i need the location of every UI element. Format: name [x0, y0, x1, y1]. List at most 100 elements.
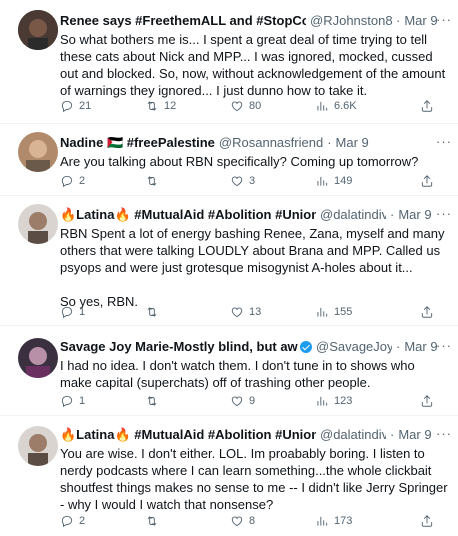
views-button[interactable]: 123 [315, 394, 400, 408]
reply-button[interactable]: 2 [60, 174, 145, 188]
like-count: 13 [249, 306, 262, 318]
share-icon [421, 515, 433, 527]
reply-count: 21 [79, 100, 92, 112]
like-button[interactable]: 80 [230, 99, 315, 113]
avatar[interactable] [18, 338, 58, 378]
retweet-icon [147, 101, 157, 111]
share-button[interactable] [420, 514, 440, 528]
share-button[interactable] [420, 99, 440, 113]
share-button[interactable] [420, 305, 440, 319]
separator-dot: · [396, 339, 401, 354]
avatar[interactable] [18, 426, 58, 466]
more-options-icon[interactable]: ··· [436, 206, 452, 221]
tweet-date[interactable]: Mar 9 [398, 206, 431, 224]
author-handle[interactable]: @SavageJoyMa [316, 338, 392, 356]
like-button[interactable]: 8 [230, 514, 315, 528]
tweet-header: Renee says #FreethemALL and #StopCopCiti… [60, 12, 450, 30]
author-handle[interactable]: @RJohnston81 [310, 12, 392, 30]
like-icon [231, 101, 243, 112]
views-icon [317, 176, 328, 186]
retweet-button[interactable] [145, 394, 230, 408]
more-options-icon[interactable]: ··· [436, 338, 452, 353]
views-count: 173 [334, 515, 353, 527]
author-handle[interactable]: @dalatindiv [320, 206, 386, 224]
like-icon [231, 516, 243, 527]
more-options-icon[interactable]: ··· [436, 12, 452, 27]
avatar-image [18, 132, 58, 172]
views-count: 123 [334, 395, 353, 407]
author-name[interactable]: Renee says #FreethemALL and #StopCopCiti… [60, 12, 306, 30]
like-button[interactable]: 3 [230, 174, 315, 188]
share-button[interactable] [420, 394, 440, 408]
avatar-image [18, 204, 58, 244]
tweet-date[interactable]: Mar 9 [398, 426, 431, 444]
tweet-date[interactable]: Mar 9 [404, 12, 437, 30]
reply-icon [61, 175, 73, 188]
avatar[interactable] [18, 10, 58, 50]
views-icon [317, 307, 328, 317]
views-count: 149 [334, 175, 353, 187]
like-count: 80 [249, 100, 262, 112]
views-count: 155 [334, 306, 353, 318]
share-icon [421, 395, 433, 407]
separator-dot: · [390, 207, 395, 222]
reply-icon [61, 395, 73, 408]
tweet[interactable]: Renee says #FreethemALL and #StopCopCiti… [0, 0, 458, 124]
retweet-icon [147, 307, 157, 317]
avatar-image [18, 426, 58, 466]
views-button[interactable]: 155 [315, 305, 400, 319]
more-options-icon[interactable]: ··· [436, 426, 452, 441]
tweet-header: 🔥Latina🔥 #MutualAid #Abolition #UnionStr… [60, 206, 450, 224]
action-bar: 2 3 149 [60, 172, 440, 190]
tweet-text: So what bothers me is... I spent a great… [60, 32, 449, 98]
action-bar: 1 13 155 [60, 303, 440, 321]
retweet-icon [147, 516, 157, 526]
reply-button[interactable]: 1 [60, 394, 145, 408]
like-button[interactable]: 9 [230, 394, 315, 408]
tweet[interactable]: Savage Joy Marie-Mostly blind, but aware… [0, 326, 458, 416]
tweet[interactable]: Nadine 🇵🇸 #freePalestine @Rosannasfriend… [0, 124, 458, 196]
retweet-button[interactable] [145, 514, 230, 528]
tweet[interactable]: 🔥Latina🔥 #MutualAid #Abolition #UnionStr… [0, 416, 458, 536]
separator-dot: · [396, 13, 401, 28]
reply-button[interactable]: 2 [60, 514, 145, 528]
more-options-icon[interactable]: ··· [436, 134, 452, 149]
tweet-date[interactable]: Mar 9 [336, 134, 369, 152]
author-name[interactable]: 🔥Latina🔥 #MutualAid #Abolition #UnionStr… [60, 206, 316, 224]
like-button[interactable]: 13 [230, 305, 315, 319]
views-button[interactable]: 6.6K [315, 99, 400, 113]
action-bar: 21 12 80 6.6K [60, 97, 440, 115]
like-icon [231, 396, 243, 407]
tweet-header: Savage Joy Marie-Mostly blind, but aware… [60, 338, 450, 356]
reply-count: 2 [79, 515, 86, 527]
author-name[interactable]: Savage Joy Marie-Mostly blind, but aware [60, 338, 298, 356]
retweet-button[interactable] [145, 174, 230, 188]
share-icon [421, 306, 433, 318]
reply-icon [61, 515, 73, 528]
action-bar: 2 8 173 [60, 512, 440, 530]
like-count: 3 [249, 175, 256, 187]
like-icon [231, 307, 243, 318]
reply-count: 2 [79, 175, 86, 187]
views-icon [317, 516, 328, 526]
author-handle[interactable]: @Rosannasfriend [219, 134, 323, 152]
author-handle[interactable]: @dalatindiv [320, 426, 386, 444]
retweet-button[interactable] [145, 305, 230, 319]
retweet-button[interactable]: 12 [145, 99, 230, 113]
views-count: 6.6K [334, 100, 357, 112]
reply-button[interactable]: 1 [60, 305, 145, 319]
tweet-header: Nadine 🇵🇸 #freePalestine @Rosannasfriend… [60, 134, 450, 152]
tweet[interactable]: 🔥Latina🔥 #MutualAid #Abolition #UnionStr… [0, 196, 458, 326]
author-name[interactable]: 🔥Latina🔥 #MutualAid #Abolition #UnionStr… [60, 426, 316, 444]
avatar[interactable] [18, 204, 58, 244]
views-button[interactable]: 149 [315, 174, 400, 188]
views-button[interactable]: 173 [315, 514, 400, 528]
avatar[interactable] [18, 132, 58, 172]
tweet-date[interactable]: Mar 9 [404, 338, 437, 356]
author-name[interactable]: Nadine 🇵🇸 #freePalestine [60, 134, 215, 152]
reply-button[interactable]: 21 [60, 99, 145, 113]
reply-icon [61, 100, 73, 113]
views-icon [317, 101, 328, 111]
share-button[interactable] [420, 174, 440, 188]
views-icon [317, 396, 328, 406]
